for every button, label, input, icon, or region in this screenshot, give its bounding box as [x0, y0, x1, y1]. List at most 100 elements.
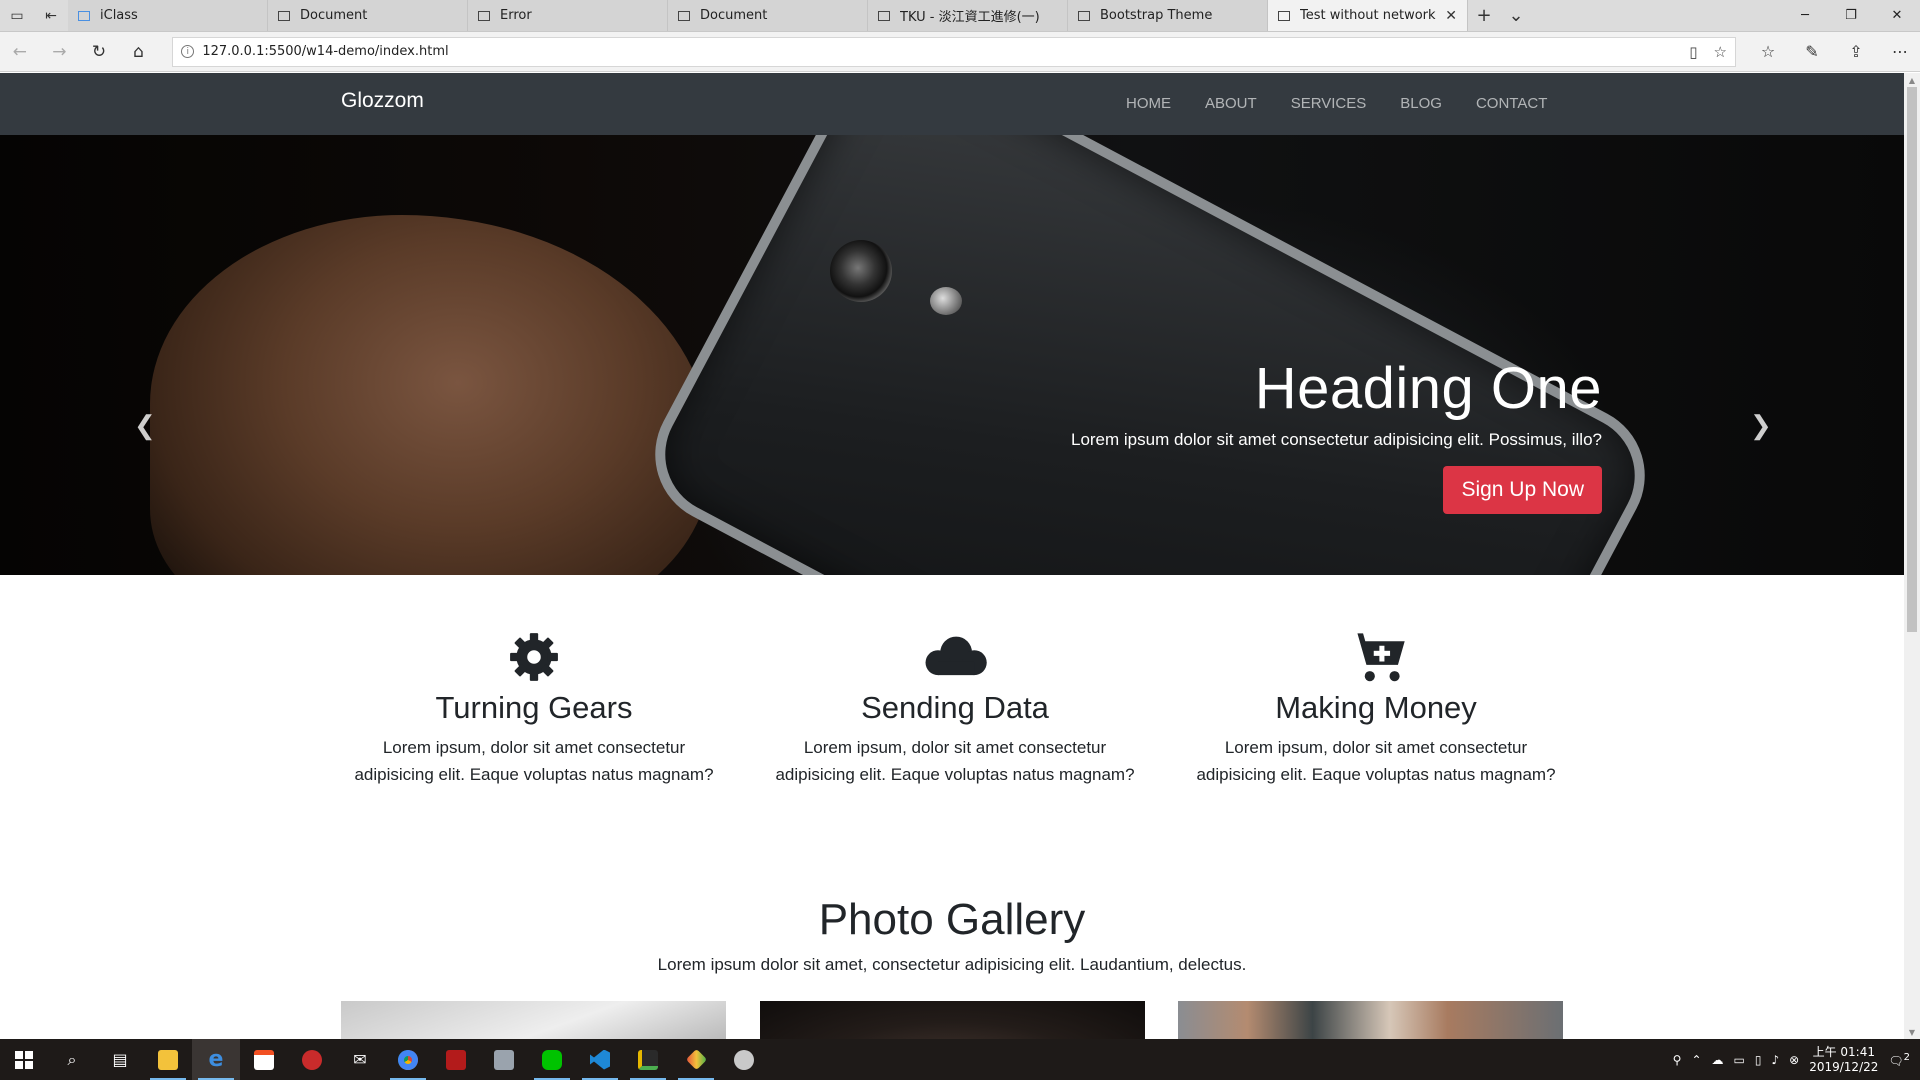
sign-up-button[interactable]: Sign Up Now [1443, 466, 1602, 514]
app-red-icon[interactable] [288, 1039, 336, 1080]
task-view-icon[interactable]: ▤ [96, 1039, 144, 1080]
features-section: Turning Gears Lorem ipsum, dolor sit ame… [341, 628, 1569, 788]
cloud-icon [925, 636, 987, 676]
system-tray: ⚲ ⌃ ☁ ▭ ▯ ♪ ⊗ 上午 01:41 2019/12/22 🗨2 [1673, 1045, 1920, 1075]
store-icon[interactable] [240, 1039, 288, 1080]
chevron-down-icon[interactable]: ⌄ [1500, 0, 1532, 31]
info-icon[interactable]: i [181, 45, 195, 58]
brand-logo[interactable]: Glozzom [341, 89, 424, 113]
nav-links: HOME ABOUT SERVICES BLOG CONTACT [1126, 95, 1547, 112]
network-icon[interactable]: ▯ [1755, 1053, 1762, 1067]
close-tab-icon[interactable]: ✕ [1445, 8, 1457, 24]
ime-icon[interactable]: ⊗ [1789, 1053, 1799, 1067]
page-icon [478, 10, 490, 21]
close-icon[interactable]: ✕ [1874, 0, 1920, 31]
tab-document-2[interactable]: Document [668, 0, 868, 31]
pen-icon[interactable]: ✎ [1792, 32, 1832, 72]
clock-date: 2019/12/22 [1809, 1059, 1879, 1074]
hero-image-flash [930, 287, 962, 315]
set-tabs-aside-icon[interactable]: ⇤ [34, 0, 68, 31]
people-icon[interactable]: ⚲ [1673, 1053, 1682, 1067]
photos-app-icon[interactable] [480, 1039, 528, 1080]
gallery-title: Photo Gallery [818, 895, 1086, 944]
carousel-prev-icon[interactable]: ❮ [134, 410, 156, 441]
nav-link-home[interactable]: HOME [1126, 95, 1171, 112]
vscode-icon[interactable] [576, 1039, 624, 1080]
browser-address-bar: ← → ↻ ⌂ i 127.0.0.1:5500/w14-demo/index.… [0, 32, 1920, 72]
battery-icon[interactable]: ▭ [1734, 1053, 1745, 1067]
tab-preview-icon[interactable]: ▭ [0, 0, 34, 31]
nav-link-contact[interactable]: CONTACT [1476, 95, 1547, 112]
hero-carousel: ❮ ❯ Heading One Lorem ipsum dolor sit am… [0, 135, 1904, 575]
reading-view-icon[interactable]: ▯ [1689, 43, 1697, 61]
scroll-up-icon[interactable]: ▲ [1904, 73, 1920, 87]
refresh-icon[interactable]: ↻ [79, 32, 119, 72]
url-text: 127.0.0.1:5500/w14-demo/index.html [202, 44, 449, 59]
tab-bootstrap-theme[interactable]: Bootstrap Theme [1068, 0, 1268, 31]
page-icon [278, 10, 290, 21]
new-tab-icon[interactable]: + [1468, 0, 1500, 31]
feature-making-money: Making Money Lorem ipsum, dolor sit amet… [1183, 628, 1569, 788]
feature-title: Making Money [1275, 690, 1477, 725]
share-icon[interactable]: ⇪ [1836, 32, 1876, 72]
tab-error[interactable]: Error [468, 0, 668, 31]
windows-start-icon[interactable] [0, 1039, 48, 1080]
windows-taskbar: ⌕ ▤ e ✉ ⚲ ⌃ ☁ ▭ ▯ ♪ ⊗ 上午 01:41 2019/12/2… [0, 1039, 1920, 1080]
line-icon[interactable] [528, 1039, 576, 1080]
tab-title: TKU - 淡江資工進修(一) [900, 10, 1040, 25]
scrollbar-thumb[interactable] [1907, 87, 1917, 632]
tab-title: Bootstrap Theme [1100, 8, 1213, 23]
page-scrollbar[interactable]: ▲ ▼ [1904, 73, 1920, 1039]
nav-link-services[interactable]: SERVICES [1291, 95, 1367, 112]
page-icon [1078, 10, 1090, 21]
scroll-down-icon[interactable]: ▼ [1904, 1025, 1920, 1039]
gallery-photo[interactable] [341, 1001, 726, 1039]
window-controls: ─ ❐ ✕ [1782, 0, 1920, 31]
mail-icon[interactable]: ✉ [336, 1039, 384, 1080]
favorite-star-icon[interactable]: ☆ [1714, 43, 1727, 61]
feature-text: Lorem ipsum, dolor sit amet consectetur a… [1196, 738, 1556, 784]
tab-document-1[interactable]: Document [268, 0, 468, 31]
chrome-icon[interactable] [384, 1039, 432, 1080]
volume-icon[interactable]: ♪ [1771, 1053, 1779, 1067]
cart-plus-icon [1347, 633, 1405, 682]
edge-browser-icon[interactable]: e [192, 1039, 240, 1080]
minimize-icon[interactable]: ─ [1782, 0, 1828, 31]
nav-link-blog[interactable]: BLOG [1400, 95, 1442, 112]
clock-time: 上午 01:41 [1812, 1044, 1875, 1059]
forward-icon[interactable]: → [40, 32, 80, 72]
app-chart-icon[interactable] [624, 1039, 672, 1080]
home-icon[interactable]: ⌂ [119, 32, 159, 72]
garena-icon[interactable] [432, 1039, 480, 1080]
gallery-photo[interactable] [759, 1001, 1145, 1039]
feature-text: Lorem ipsum, dolor sit amet consectetur a… [354, 738, 714, 784]
restore-icon[interactable]: ❐ [1828, 0, 1874, 31]
paint-icon[interactable] [720, 1039, 768, 1080]
tab-iclass[interactable]: iClass [68, 0, 268, 31]
back-icon[interactable]: ← [0, 32, 40, 72]
file-explorer-icon[interactable] [144, 1039, 192, 1080]
favorites-icon[interactable]: ☆ [1748, 32, 1788, 72]
hero-heading: Heading One [1254, 356, 1602, 421]
gallery-photo[interactable] [1178, 1001, 1563, 1039]
feature-sending-data: Sending Data Lorem ipsum, dolor sit amet… [762, 628, 1148, 788]
tab-tku[interactable]: TKU - 淡江資工進修(一) [868, 0, 1068, 31]
hero-caption: Heading One Lorem ipsum dolor sit amet c… [1071, 355, 1602, 514]
tab-test-without-network[interactable]: Test without network ✕ [1268, 0, 1468, 31]
hero-text: Lorem ipsum dolor sit amet consectetur a… [1070, 430, 1602, 449]
search-icon[interactable]: ⌕ [48, 1039, 96, 1080]
nav-link-about[interactable]: ABOUT [1205, 95, 1257, 112]
chevron-up-icon[interactable]: ⌃ [1691, 1053, 1701, 1067]
more-icon[interactable]: ⋯ [1880, 32, 1920, 72]
feature-title: Turning Gears [435, 690, 633, 725]
clock[interactable]: 上午 01:41 2019/12/22 [1809, 1045, 1878, 1075]
carousel-next-icon[interactable]: ❯ [1750, 410, 1772, 441]
url-input[interactable]: i 127.0.0.1:5500/w14-demo/index.html ▯ ☆ [172, 36, 1736, 67]
notifications-icon[interactable]: 🗨2 [1888, 1052, 1910, 1068]
browser-tab-bar: ▭ ⇤ iClass Document Error Document TKU -… [0, 0, 1920, 32]
git-kraken-icon[interactable] [672, 1039, 720, 1080]
notification-count: 2 [1903, 1051, 1910, 1063]
site-navbar: Glozzom HOME ABOUT SERVICES BLOG CONTACT [0, 73, 1904, 135]
onedrive-cloud-icon[interactable]: ☁ [1712, 1053, 1724, 1067]
page-icon [1278, 10, 1290, 21]
